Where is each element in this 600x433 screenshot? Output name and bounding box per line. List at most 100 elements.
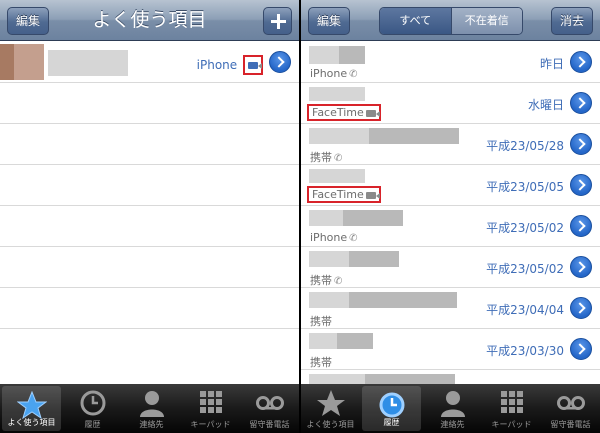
caller-name-redacted: [309, 292, 349, 308]
tab-label: 留守番電話: [550, 420, 591, 429]
tab-bar: よく使う項目 履歴 連絡先 キーパッド 留守番電話: [301, 384, 600, 433]
empty-row: [0, 288, 299, 329]
call-type-label: 携帯: [310, 356, 332, 369]
tab-keypad[interactable]: キーパッド: [181, 384, 240, 433]
tab-favorites[interactable]: よく使う項目: [301, 384, 360, 433]
keypad-icon: [500, 391, 523, 413]
call-date: 平成23/05/02: [486, 262, 564, 276]
tab-contacts[interactable]: 連絡先: [122, 384, 181, 433]
detail-disclosure-button[interactable]: [570, 92, 592, 114]
caller-name-redacted: [349, 251, 399, 267]
caller-name-redacted: [365, 374, 455, 384]
list-item[interactable]: FaceTime 水曜日: [301, 83, 600, 124]
empty-row: [0, 124, 299, 165]
navigation-bar: 編集 すべて 不在着信 消去: [301, 0, 600, 41]
caller-name-redacted: [309, 210, 343, 226]
list-item[interactable]: 携帯 ✆ 平成23/05/28: [301, 124, 600, 165]
caller-name-redacted: [339, 46, 365, 64]
star-icon: [316, 390, 345, 416]
call-type-label: iPhone: [310, 231, 348, 244]
tab-label: 履歴: [383, 418, 400, 427]
list-item[interactable]: 携帯 平成23/04/04: [301, 288, 600, 329]
list-item[interactable]: [301, 370, 600, 384]
detail-disclosure-button[interactable]: [570, 338, 592, 360]
list-item[interactable]: iPhone ✆ 平成23/05/02: [301, 206, 600, 247]
avatar: [0, 44, 14, 80]
tab-label: 留守番電話: [249, 420, 290, 429]
edit-button[interactable]: 編集: [7, 7, 50, 35]
page-title: よく使う項目: [92, 9, 207, 31]
favorites-screen: 編集 よく使う項目 iPhone よく使う項目 履歴 連絡先 キーパッド 留守番…: [0, 0, 299, 433]
tab-label: 連絡先: [440, 420, 465, 429]
detail-disclosure-button[interactable]: [570, 51, 592, 73]
call-type-label: 携帯: [310, 151, 332, 164]
segment-all[interactable]: すべて: [380, 8, 451, 34]
facetime-video-icon: [365, 191, 380, 199]
favorite-type: iPhone: [197, 55, 263, 75]
empty-row: [0, 165, 299, 206]
caller-name-redacted: [309, 333, 337, 349]
facetime-video-icon: [243, 55, 263, 75]
recents-filter-segmented-control: すべて 不在着信: [379, 7, 523, 35]
call-type: iPhone ✆: [310, 67, 358, 80]
tab-label: 連絡先: [139, 420, 164, 429]
clear-button[interactable]: 消去: [550, 7, 593, 35]
call-type: iPhone ✆: [310, 231, 358, 244]
caller-name-redacted: [309, 87, 365, 101]
call-type-label: 携帯: [310, 315, 332, 328]
tab-recents[interactable]: 履歴: [362, 386, 421, 431]
call-type: 携帯: [310, 354, 332, 370]
call-type-label: FaceTime: [312, 188, 364, 201]
call-type: 携帯: [310, 313, 332, 329]
add-favorite-button[interactable]: [263, 7, 292, 35]
list-item[interactable]: iPhone: [0, 42, 299, 83]
recents-list: iPhone ✆ 昨日 FaceTime 水曜日 携帯 ✆ 平成23/05/28 F…: [301, 42, 600, 384]
avatar: [14, 44, 44, 80]
edit-button[interactable]: 編集: [308, 7, 351, 35]
detail-disclosure-button[interactable]: [570, 256, 592, 278]
tab-label: よく使う項目: [7, 418, 56, 427]
star-icon: [16, 391, 47, 419]
tab-favorites[interactable]: よく使う項目: [2, 386, 61, 431]
empty-row: [0, 206, 299, 247]
tab-keypad[interactable]: キーパッド: [482, 384, 541, 433]
empty-row: [0, 247, 299, 288]
favorites-list: iPhone: [0, 42, 299, 384]
call-date: 昨日: [539, 57, 564, 71]
person-icon: [440, 391, 465, 417]
tab-label: よく使う項目: [306, 420, 355, 429]
detail-disclosure-button[interactable]: [570, 133, 592, 155]
facetime-video-icon: [365, 109, 380, 117]
tab-contacts[interactable]: 連絡先: [423, 384, 482, 433]
list-item[interactable]: 携帯 ✆ 平成23/05/02: [301, 247, 600, 288]
call-type: 携帯 ✆: [310, 272, 342, 288]
detail-disclosure-button[interactable]: [570, 215, 592, 237]
call-date: 平成23/05/02: [486, 221, 564, 235]
list-item[interactable]: iPhone ✆ 昨日: [301, 42, 600, 83]
caller-name-redacted: [369, 128, 459, 144]
tab-voicemail[interactable]: 留守番電話: [541, 384, 600, 433]
call-type: 携帯 ✆: [310, 149, 342, 165]
detail-disclosure-button[interactable]: [570, 174, 592, 196]
recents-screen: 編集 すべて 不在着信 消去 iPhone ✆ 昨日 FaceTime 水曜日 携…: [301, 0, 600, 433]
clock-icon: [80, 390, 105, 416]
detail-disclosure-button[interactable]: [269, 51, 291, 73]
call-type: FaceTime: [307, 104, 381, 121]
favorite-type-label: iPhone: [196, 58, 238, 72]
call-date: 平成23/03/30: [486, 344, 564, 358]
detail-disclosure-button[interactable]: [570, 297, 592, 319]
tab-recents[interactable]: 履歴: [63, 384, 122, 433]
call-date: 水曜日: [527, 98, 564, 112]
tab-voicemail[interactable]: 留守番電話: [240, 384, 299, 433]
voicemail-icon: [556, 396, 585, 410]
tab-bar: よく使う項目 履歴 連絡先 キーパッド 留守番電話: [0, 384, 299, 433]
keypad-icon: [199, 391, 222, 413]
call-type-label: iPhone: [310, 67, 348, 80]
phone-icon: ✆: [349, 233, 358, 244]
segment-missed[interactable]: 不在着信: [450, 8, 522, 34]
tab-label: 履歴: [84, 420, 101, 429]
list-item[interactable]: FaceTime 平成23/05/05: [301, 165, 600, 206]
tab-label: キーパッド: [491, 420, 532, 429]
call-type-label: 携帯: [310, 274, 332, 287]
list-item[interactable]: 携帯 平成23/03/30: [301, 329, 600, 370]
